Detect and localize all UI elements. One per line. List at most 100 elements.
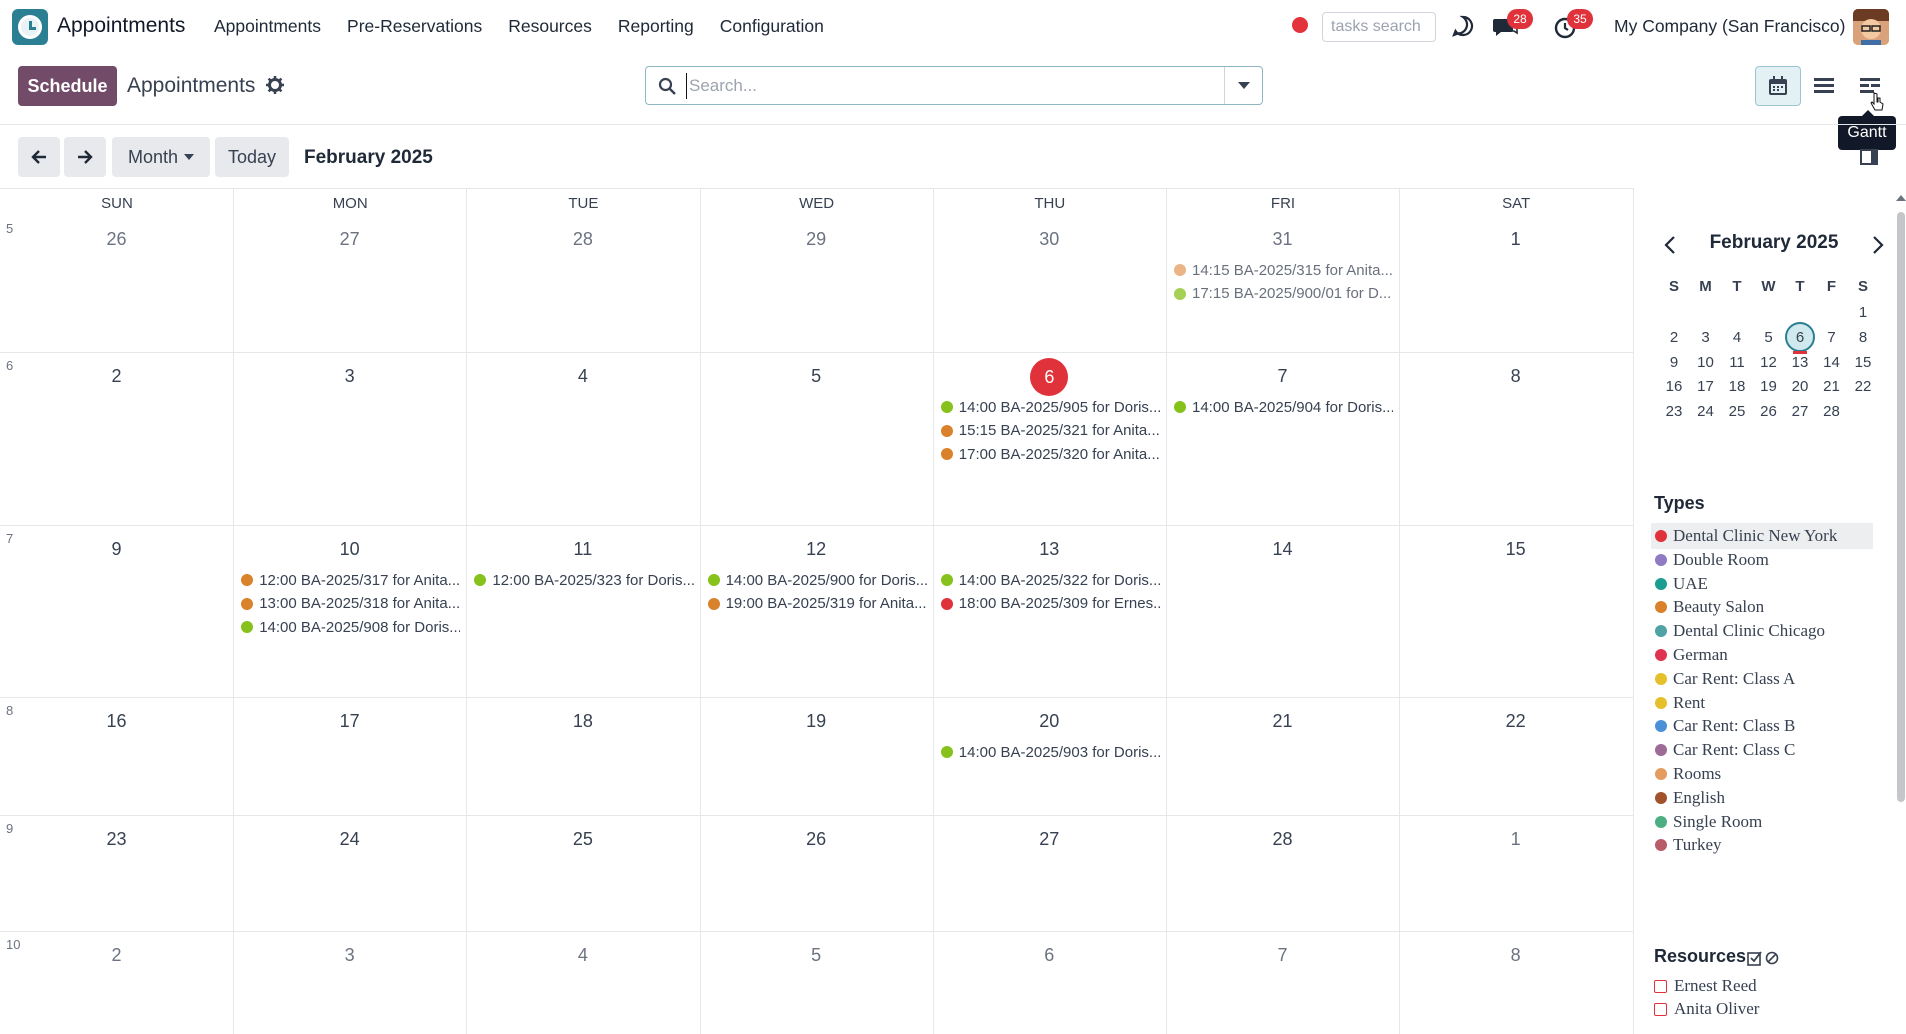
mini-calendar-day[interactable]: 18 — [1721, 378, 1753, 395]
mini-calendar-day[interactable]: 7 — [1816, 329, 1848, 346]
mini-calendar-day[interactable]: 10 — [1690, 354, 1722, 371]
day-number[interactable]: 4 — [466, 945, 699, 966]
mini-calendar-day[interactable]: 26 — [1753, 403, 1785, 420]
day-number[interactable]: 12 — [700, 539, 933, 560]
chevron-right-icon[interactable] — [1872, 236, 1884, 254]
discuss-icon[interactable] — [1452, 15, 1474, 37]
scroll-up-arrow-icon[interactable] — [1896, 193, 1906, 203]
day-number[interactable]: 26 — [700, 829, 933, 850]
tasks-search-input[interactable]: tasks search — [1322, 12, 1436, 42]
menu-pre-reservations[interactable]: Pre-Reservations — [347, 16, 482, 37]
calendar-view-button[interactable] — [1755, 66, 1801, 106]
calendar-event[interactable]: 14:00 BA-2025/903 for Doris... — [940, 741, 1160, 763]
day-number[interactable]: 24 — [233, 829, 466, 850]
next-period-button[interactable] — [64, 137, 106, 177]
sidebar-scrollbar[interactable] — [1897, 212, 1905, 802]
day-number[interactable]: 1 — [1399, 829, 1632, 850]
day-number[interactable]: 2 — [0, 945, 233, 966]
type-filter-item[interactable]: Dental Clinic New York — [1651, 523, 1873, 549]
type-filter-item[interactable]: Single Room — [1651, 809, 1873, 835]
day-number[interactable]: 21 — [1166, 711, 1399, 732]
calendar-event[interactable]: 18:00 BA-2025/309 for Ernes... — [940, 593, 1160, 615]
appointments-app-icon[interactable] — [12, 9, 48, 45]
mini-calendar-day[interactable]: 14 — [1816, 354, 1848, 371]
day-number[interactable]: 7 — [1166, 945, 1399, 966]
type-filter-item[interactable]: Rooms — [1651, 761, 1873, 787]
sidebar-toggle-icon[interactable] — [1860, 148, 1878, 166]
mini-calendar-day[interactable]: 6 — [1784, 329, 1816, 346]
previous-period-button[interactable] — [18, 137, 60, 177]
day-number[interactable]: 30 — [933, 229, 1166, 250]
resource-checkbox[interactable] — [1654, 1002, 1667, 1016]
calendar-event[interactable]: 14:00 BA-2025/908 for Doris... — [241, 616, 460, 638]
mini-calendar-day[interactable]: 5 — [1753, 329, 1785, 346]
search-input[interactable] — [686, 73, 1206, 99]
unselect-all-icon[interactable] — [1765, 951, 1779, 965]
mini-calendar-day[interactable]: 24 — [1690, 403, 1722, 420]
menu-resources[interactable]: Resources — [508, 16, 592, 37]
day-number[interactable]: 6 — [933, 945, 1166, 966]
day-number[interactable]: 1 — [1399, 229, 1632, 250]
day-number[interactable]: 2 — [0, 366, 233, 387]
search-options-toggle[interactable] — [1224, 67, 1262, 104]
day-number[interactable]: 5 — [700, 366, 933, 387]
recording-indicator-icon[interactable] — [1292, 17, 1308, 33]
menu-appointments[interactable]: Appointments — [214, 16, 321, 37]
gear-icon[interactable] — [266, 76, 284, 94]
mini-calendar-day[interactable]: 19 — [1753, 378, 1785, 395]
app-title[interactable]: Appointments — [57, 14, 185, 38]
resource-filter-item[interactable]: Anita Oliver — [1654, 999, 1759, 1019]
calendar-event[interactable]: 15:15 BA-2025/321 for Anita... — [940, 420, 1160, 442]
day-number[interactable]: 8 — [1399, 366, 1632, 387]
mini-calendar-day[interactable]: 21 — [1816, 378, 1848, 395]
day-number[interactable]: 7 — [1166, 366, 1399, 387]
day-number[interactable]: 26 — [0, 229, 233, 250]
day-number[interactable]: 19 — [700, 711, 933, 732]
schedule-button[interactable]: Schedule — [18, 66, 117, 106]
mini-calendar-day[interactable]: 28 — [1816, 403, 1848, 420]
day-number[interactable]: 11 — [466, 539, 699, 560]
mini-calendar-day[interactable]: 22 — [1847, 378, 1879, 395]
day-number[interactable]: 27 — [933, 829, 1166, 850]
day-number[interactable]: 5 — [700, 945, 933, 966]
calendar-event[interactable]: 14:15 BA-2025/315 for Anita... — [1174, 259, 1393, 281]
calendar-event[interactable]: 14:00 BA-2025/322 for Doris... — [940, 569, 1160, 591]
type-filter-item[interactable]: Car Rent: Class C — [1651, 737, 1873, 763]
mini-calendar-day[interactable]: 11 — [1721, 354, 1753, 371]
resource-filter-item[interactable]: Ernest Reed — [1654, 976, 1757, 996]
day-number[interactable]: 8 — [1399, 945, 1632, 966]
day-number[interactable]: 25 — [466, 829, 699, 850]
calendar-event[interactable]: 14:00 BA-2025/900 for Doris... — [707, 569, 927, 591]
mini-calendar-day[interactable]: 2 — [1658, 329, 1690, 346]
mini-calendar-day[interactable]: 13 — [1784, 354, 1816, 371]
day-number[interactable]: 28 — [1166, 829, 1399, 850]
type-filter-item[interactable]: Car Rent: Class A — [1651, 666, 1873, 692]
list-view-button[interactable] — [1801, 66, 1847, 106]
calendar-event[interactable]: 12:00 BA-2025/317 for Anita... — [241, 569, 460, 591]
company-switcher[interactable]: My Company (San Francisco) — [1614, 16, 1845, 37]
menu-configuration[interactable]: Configuration — [720, 16, 824, 37]
type-filter-item[interactable]: Beauty Salon — [1651, 594, 1873, 620]
mini-calendar-day[interactable]: 9 — [1658, 354, 1690, 371]
mini-calendar-day[interactable]: 27 — [1784, 403, 1816, 420]
mini-calendar-day[interactable]: 25 — [1721, 403, 1753, 420]
day-number[interactable]: 28 — [466, 229, 699, 250]
today-day-number[interactable]: 6 — [1030, 358, 1069, 396]
type-filter-item[interactable]: Double Room — [1651, 547, 1873, 573]
calendar-event[interactable]: 19:00 BA-2025/319 for Anita... — [707, 593, 927, 615]
day-number[interactable]: 27 — [233, 229, 466, 250]
day-number[interactable]: 13 — [933, 539, 1166, 560]
mini-calendar-day[interactable]: 16 — [1658, 378, 1690, 395]
type-filter-item[interactable]: English — [1651, 785, 1873, 811]
mini-calendar-day[interactable]: 8 — [1847, 329, 1879, 346]
type-filter-item[interactable]: UAE — [1651, 571, 1873, 597]
calendar-event[interactable]: 12:00 BA-2025/323 for Doris... — [474, 569, 694, 591]
select-all-icon[interactable] — [1747, 950, 1763, 966]
type-filter-item[interactable]: Turkey — [1651, 832, 1873, 858]
day-number[interactable]: 9 — [0, 539, 233, 560]
day-number[interactable]: 31 — [1166, 229, 1399, 250]
calendar-event[interactable]: 14:00 BA-2025/905 for Doris... — [940, 396, 1160, 418]
day-number[interactable]: 20 — [933, 711, 1166, 732]
calendar-event[interactable]: 14:00 BA-2025/904 for Doris... — [1174, 396, 1393, 418]
day-number[interactable]: 4 — [466, 366, 699, 387]
